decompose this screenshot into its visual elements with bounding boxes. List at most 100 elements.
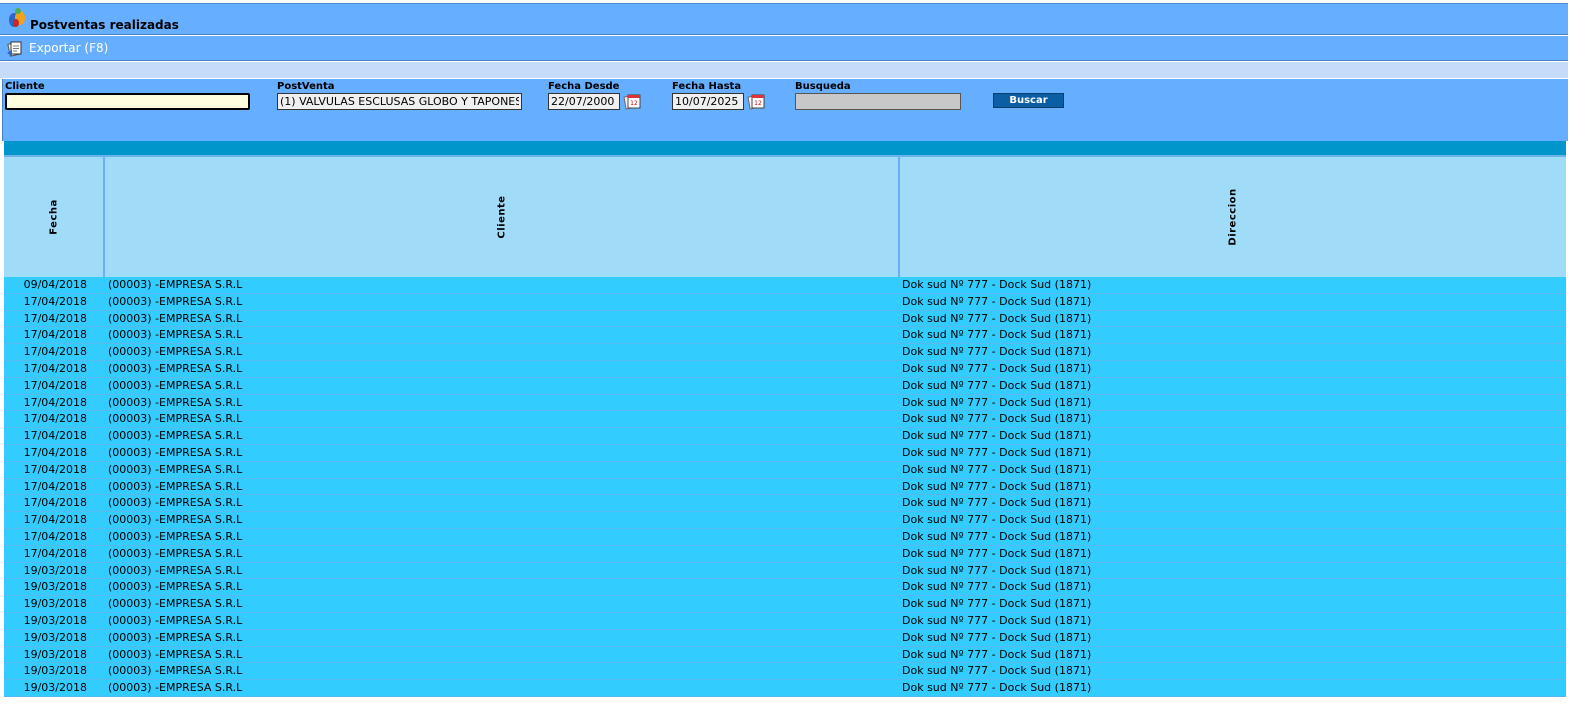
table-row[interactable]: 17/04/2018 (00003) -EMPRESA S.R.L Dok sud … (4, 344, 1566, 361)
results-table: Fecha Cliente Direccion 09/04/2018 (00003… (4, 155, 1566, 697)
table-row[interactable]: 17/04/2018 (00003) -EMPRESA S.R.L Dok sud … (4, 445, 1566, 462)
column-header-fecha[interactable]: Fecha (4, 157, 105, 277)
cliente-label: Cliente (5, 81, 45, 92)
cliente-input[interactable] (5, 93, 250, 110)
buscar-button[interactable]: Buscar (993, 93, 1064, 108)
table-row[interactable]: 17/04/2018 (00003) -EMPRESA S.R.L Dok sud … (4, 462, 1566, 479)
cell-fecha: 19/03/2018 (23, 664, 87, 678)
cell-fecha: 19/03/2018 (23, 580, 87, 594)
page-title: Postventas realizadas (30, 18, 179, 32)
cell-direccion: Dok sud Nº 777 - Dock Sud (1871) (902, 361, 1092, 375)
table-row[interactable]: 19/03/2018 (00003) -EMPRESA S.R.L Dok sud … (4, 613, 1566, 630)
cell-direccion: Dok sud Nº 777 - Dock Sud (1871) (902, 597, 1092, 611)
grid-top-bar (4, 141, 1566, 155)
calendar-icon[interactable]: 12 (623, 93, 643, 111)
cell-fecha: 17/04/2018 (23, 529, 87, 543)
cell-fecha: 17/04/2018 (23, 445, 87, 459)
table-row[interactable]: 19/03/2018 (00003) -EMPRESA S.R.L Dok sud … (4, 680, 1566, 697)
svg-text:12: 12 (754, 100, 762, 107)
cell-direccion: Dok sud Nº 777 - Dock Sud (1871) (902, 429, 1092, 443)
cell-cliente: (00003) -EMPRESA S.R.L (108, 412, 243, 426)
table-row[interactable]: 19/03/2018 (00003) -EMPRESA S.R.L Dok sud … (4, 630, 1566, 647)
busqueda-input[interactable] (795, 93, 961, 110)
cell-direccion: Dok sud Nº 777 - Dock Sud (1871) (902, 462, 1092, 476)
cell-fecha: 17/04/2018 (23, 513, 87, 527)
cell-direccion: Dok sud Nº 777 - Dock Sud (1871) (902, 345, 1092, 359)
cell-direccion: Dok sud Nº 777 - Dock Sud (1871) (902, 529, 1092, 543)
postventa-input[interactable] (277, 93, 522, 110)
table-row[interactable]: 17/04/2018 (00003) -EMPRESA S.R.L Dok sud … (4, 428, 1566, 445)
cell-cliente: (00003) -EMPRESA S.R.L (108, 311, 243, 325)
cell-fecha: 17/04/2018 (23, 496, 87, 510)
table-row[interactable]: 17/04/2018 (00003) -EMPRESA S.R.L Dok sud … (4, 529, 1566, 546)
cell-cliente: (00003) -EMPRESA S.R.L (108, 580, 243, 594)
cell-cliente: (00003) -EMPRESA S.R.L (108, 278, 243, 291)
table-body: 09/04/2018 (00003) -EMPRESA S.R.L Dok sud … (4, 277, 1566, 697)
cell-cliente: (00003) -EMPRESA S.R.L (108, 294, 243, 308)
table-row[interactable]: 17/04/2018 (00003) -EMPRESA S.R.L Dok sud … (4, 495, 1566, 513)
table-row[interactable]: 09/04/2018 (00003) -EMPRESA S.R.L Dok sud … (4, 277, 1566, 294)
cell-fecha: 17/04/2018 (23, 429, 87, 443)
cell-fecha: 17/04/2018 (23, 311, 87, 325)
svg-text:12: 12 (630, 100, 638, 107)
cell-fecha: 19/03/2018 (23, 613, 87, 627)
table-row[interactable]: 19/03/2018 (00003) -EMPRESA S.R.L Dok sud … (4, 596, 1566, 613)
export-button[interactable]: Exportar (F8) (6, 38, 108, 58)
calendar-icon[interactable]: 12 (747, 93, 767, 111)
cell-cliente: (00003) -EMPRESA S.R.L (108, 513, 243, 527)
table-row[interactable]: 17/04/2018 (00003) -EMPRESA S.R.L Dok sud … (4, 378, 1566, 395)
table-row[interactable]: 17/04/2018 (00003) -EMPRESA S.R.L Dok sud … (4, 546, 1566, 563)
table-header: Fecha Cliente Direccion (4, 155, 1566, 277)
table-row[interactable]: 17/04/2018 (00003) -EMPRESA S.R.L Dok sud … (4, 479, 1566, 496)
column-header-direccion-label: Direccion (1227, 188, 1239, 246)
fecha-hasta-field: Fecha Hasta (672, 81, 744, 110)
table-row[interactable]: 17/04/2018 (00003) -EMPRESA S.R.L Dok sud … (4, 411, 1566, 429)
cell-cliente: (00003) -EMPRESA S.R.L (108, 613, 243, 627)
cell-direccion: Dok sud Nº 777 - Dock Sud (1871) (902, 412, 1092, 426)
cell-direccion: Dok sud Nº 777 - Dock Sud (1871) (902, 328, 1092, 342)
table-row[interactable]: 17/04/2018 (00003) -EMPRESA S.R.L Dok sud … (4, 395, 1566, 412)
table-row[interactable]: 19/03/2018 (00003) -EMPRESA S.R.L Dok sud … (4, 647, 1566, 664)
table-row[interactable]: 17/04/2018 (00003) -EMPRESA S.R.L Dok sud … (4, 294, 1566, 311)
cell-cliente: (00003) -EMPRESA S.R.L (108, 529, 243, 543)
cell-cliente: (00003) -EMPRESA S.R.L (108, 445, 243, 459)
cell-direccion: Dok sud Nº 777 - Dock Sud (1871) (902, 378, 1092, 392)
cell-cliente: (00003) -EMPRESA S.R.L (108, 328, 243, 342)
cell-cliente: (00003) -EMPRESA S.R.L (108, 496, 243, 510)
export-icon (7, 41, 22, 57)
cliente-field: Cliente (5, 81, 250, 110)
table-row[interactable]: 17/04/2018 (00003) -EMPRESA S.R.L Dok sud … (4, 327, 1566, 345)
cell-cliente: (00003) -EMPRESA S.R.L (108, 462, 243, 476)
cell-fecha: 17/04/2018 (23, 294, 87, 308)
fecha-hasta-input[interactable] (672, 93, 744, 110)
cell-cliente: (00003) -EMPRESA S.R.L (108, 597, 243, 611)
table-row[interactable]: 19/03/2018 (00003) -EMPRESA S.R.L Dok sud … (4, 563, 1566, 580)
table-row[interactable]: 17/04/2018 (00003) -EMPRESA S.R.L Dok sud … (4, 512, 1566, 529)
fecha-desde-input[interactable] (548, 93, 620, 110)
cell-cliente: (00003) -EMPRESA S.R.L (108, 546, 243, 560)
cell-fecha: 17/04/2018 (23, 328, 87, 342)
cell-direccion: Dok sud Nº 777 - Dock Sud (1871) (902, 681, 1092, 695)
cell-direccion: Dok sud Nº 777 - Dock Sud (1871) (902, 563, 1092, 577)
table-row[interactable]: 17/04/2018 (00003) -EMPRESA S.R.L Dok sud … (4, 311, 1566, 328)
table-row[interactable]: 17/04/2018 (00003) -EMPRESA S.R.L Dok sud … (4, 361, 1566, 378)
column-header-cliente-label: Cliente (496, 195, 507, 239)
cell-direccion: Dok sud Nº 777 - Dock Sud (1871) (902, 613, 1092, 627)
column-header-direccion[interactable]: Direccion (900, 157, 1566, 277)
cell-cliente: (00003) -EMPRESA S.R.L (108, 630, 243, 644)
column-header-cliente[interactable]: Cliente (105, 157, 900, 277)
cell-cliente: (00003) -EMPRESA S.R.L (108, 378, 243, 392)
cell-direccion: Dok sud Nº 777 - Dock Sud (1871) (902, 311, 1092, 325)
fecha-desde-label: Fecha Desde (548, 81, 620, 92)
cell-fecha: 17/04/2018 (23, 479, 87, 493)
title-bar: Postventas realizadas (0, 3, 1568, 35)
cell-fecha: 17/04/2018 (23, 361, 87, 375)
cell-cliente: (00003) -EMPRESA S.R.L (108, 681, 243, 695)
filter-panel: Cliente PostVenta Fecha Desde 12 Fecha H… (2, 79, 1568, 141)
table-row[interactable]: 19/03/2018 (00003) -EMPRESA S.R.L Dok sud … (4, 663, 1566, 681)
busqueda-field: Busqueda (795, 81, 961, 110)
cell-fecha: 17/04/2018 (23, 412, 87, 426)
export-label: Exportar (F8) (29, 41, 109, 55)
busqueda-label: Busqueda (795, 81, 851, 92)
table-row[interactable]: 19/03/2018 (00003) -EMPRESA S.R.L Dok sud … (4, 579, 1566, 597)
